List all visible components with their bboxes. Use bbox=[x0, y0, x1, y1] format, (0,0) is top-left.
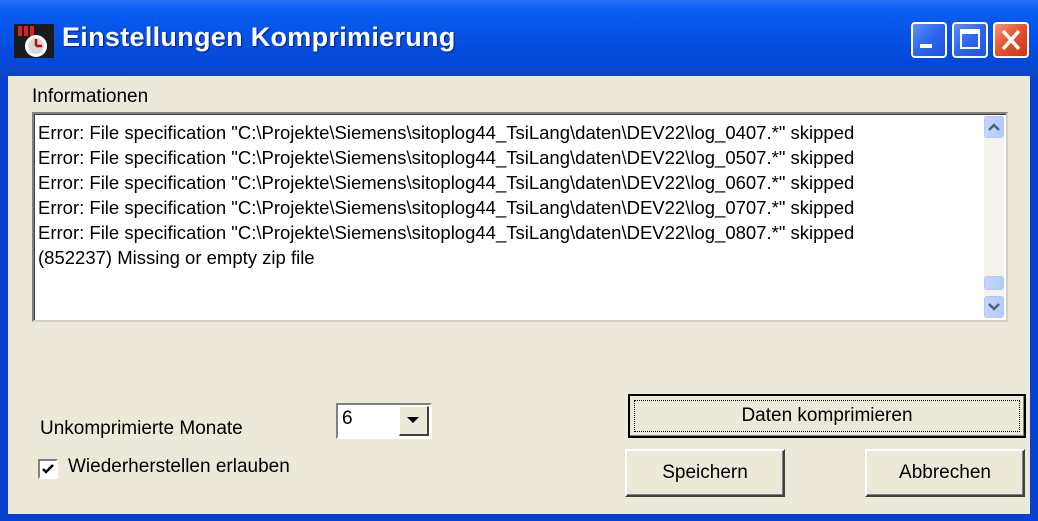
info-line: Error: File specification "C:\Projekte\S… bbox=[38, 197, 855, 218]
scroll-down-button[interactable] bbox=[984, 296, 1004, 318]
info-line: (852237) Missing or empty zip file bbox=[38, 247, 315, 268]
save-button[interactable]: Speichern bbox=[625, 449, 785, 497]
restore-label: Wiederherstellen erlauben bbox=[68, 456, 290, 477]
window-title: Einstellungen Komprimierung bbox=[62, 22, 456, 52]
info-memo[interactable]: Error: File specification "C:\Projekte\S… bbox=[32, 112, 1008, 322]
focus-rect bbox=[634, 400, 1020, 432]
info-line: Error: File specification "C:\Projekte\S… bbox=[38, 122, 855, 143]
scrollbar-thumb[interactable] bbox=[984, 276, 1004, 290]
app-icon bbox=[14, 24, 54, 58]
save-button-label: Speichern bbox=[662, 462, 748, 483]
title-bar[interactable]: Einstellungen Komprimierung bbox=[0, 0, 1038, 76]
chevron-up-icon bbox=[988, 123, 1000, 131]
maximize-button[interactable] bbox=[952, 22, 988, 58]
maximize-icon bbox=[960, 29, 980, 49]
chevron-down-icon bbox=[988, 303, 1000, 311]
scroll-up-button[interactable] bbox=[984, 116, 1004, 138]
dialog-window: Einstellungen Komprimierung Informatione… bbox=[0, 0, 1038, 521]
info-lines: Error: File specification "C:\Projekte\S… bbox=[38, 120, 988, 318]
info-label: Informationen bbox=[32, 86, 149, 107]
dialog-client-area: Informationen Error: File specification … bbox=[8, 76, 1030, 514]
months-label: Unkomprimierte Monate bbox=[40, 418, 243, 439]
vertical-scrollbar[interactable] bbox=[984, 116, 1004, 318]
dropdown-arrow-icon bbox=[407, 417, 419, 423]
months-dropdown-button[interactable] bbox=[399, 406, 429, 436]
months-value: 6 bbox=[342, 408, 353, 429]
close-icon bbox=[1001, 29, 1021, 51]
cancel-button-label: Abbrechen bbox=[899, 462, 991, 483]
info-line: Error: File specification "C:\Projekte\S… bbox=[38, 147, 855, 168]
compress-button[interactable]: Daten komprimieren bbox=[628, 394, 1026, 438]
info-line: Error: File specification "C:\Projekte\S… bbox=[38, 172, 855, 193]
checkmark-icon bbox=[42, 464, 54, 474]
info-line: Error: File specification "C:\Projekte\S… bbox=[38, 222, 855, 243]
cancel-button[interactable]: Abbrechen bbox=[865, 449, 1025, 497]
minimize-icon bbox=[920, 44, 932, 48]
close-button[interactable] bbox=[993, 22, 1029, 58]
months-select[interactable]: 6 bbox=[336, 403, 432, 439]
minimize-button[interactable] bbox=[911, 22, 947, 58]
restore-checkbox[interactable] bbox=[38, 459, 58, 479]
